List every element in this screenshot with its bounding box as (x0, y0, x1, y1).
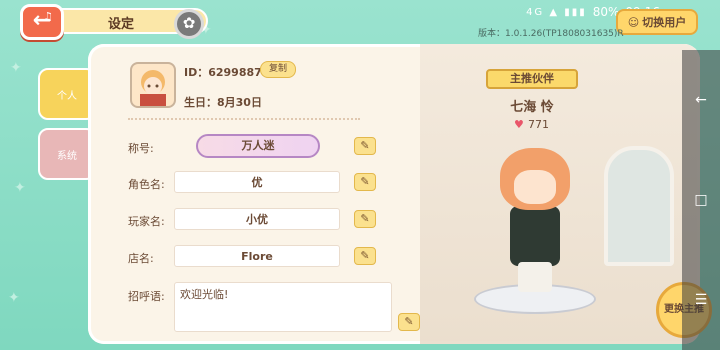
nav-recent-icon[interactable]: ☰ (695, 292, 708, 308)
edit-icon: ✎ (360, 249, 370, 262)
partner-character-face (514, 170, 556, 204)
role-name-field[interactable]: 优 (174, 171, 340, 193)
player-name-label: 玩家名: (128, 215, 165, 228)
tab-personal-label: 个人 (57, 90, 77, 102)
copy-button[interactable]: 复制 (260, 61, 296, 78)
shop-name-label: 店名: (128, 252, 154, 265)
switch-user-label: 切换用户 (642, 16, 687, 29)
greeting-field[interactable]: 欢迎光临! (174, 282, 392, 332)
nav-home-icon[interactable]: □ (694, 192, 707, 208)
birthday: 生日：8月30日 (184, 96, 262, 109)
nav-back-icon[interactable]: ← (695, 92, 707, 108)
greeting-label: 招呼语: (128, 290, 165, 303)
affection-value: 771 (528, 118, 549, 131)
partner-character-legs (518, 262, 552, 292)
partner-name: 七海 怜 (510, 100, 554, 115)
edit-shop-name-button[interactable]: ✎ (354, 247, 376, 265)
version-label: 版本：1.0.1.26(TP1808031635)R (478, 29, 624, 39)
player-name-field[interactable]: 小优 (174, 208, 340, 230)
sparkle-icon: ✦ (10, 60, 22, 76)
edit-player-name-button[interactable]: ✎ (354, 210, 376, 228)
role-name-label: 角色名: (128, 178, 165, 191)
edit-icon: ✎ (360, 175, 370, 188)
system-nav-bar: ← □ ☰ (682, 50, 720, 350)
title-label: 称号: (128, 142, 154, 155)
back-button[interactable]: ♫ ← (20, 4, 64, 40)
edit-title-button[interactable]: ✎ (354, 137, 376, 155)
heart-icon: ♥ (514, 118, 524, 131)
tab-system-label: 系统 (57, 150, 77, 162)
edit-greeting-button[interactable]: ✎ (398, 313, 420, 331)
music-icon: ♫ (43, 10, 53, 23)
page-title: 设定 (108, 17, 135, 32)
divider (128, 118, 360, 120)
shop-name-field[interactable]: Flore (174, 245, 340, 267)
signal-icons: 4G ▲ ▮▮▮ (526, 6, 587, 18)
avatar[interactable] (130, 62, 176, 108)
window-decor (604, 146, 674, 266)
gear-icon[interactable]: ✿ (174, 9, 204, 39)
edit-icon: ✎ (360, 212, 370, 225)
player-id: ID：62998873 (184, 66, 270, 79)
partner-ribbon: 主推伙伴 (486, 69, 578, 89)
switch-user-button[interactable]: ☺ 切换用户 (616, 9, 698, 35)
sparkle-icon: ✦ (8, 290, 20, 306)
title-badge: 万人迷 (196, 134, 320, 158)
sparkle-icon: ✦ (14, 180, 26, 196)
edit-role-name-button[interactable]: ✎ (354, 173, 376, 191)
switch-user-icon: ☺ (627, 15, 640, 29)
partner-character-body (510, 206, 560, 266)
edit-icon: ✎ (404, 315, 414, 328)
edit-icon: ✎ (360, 139, 370, 152)
